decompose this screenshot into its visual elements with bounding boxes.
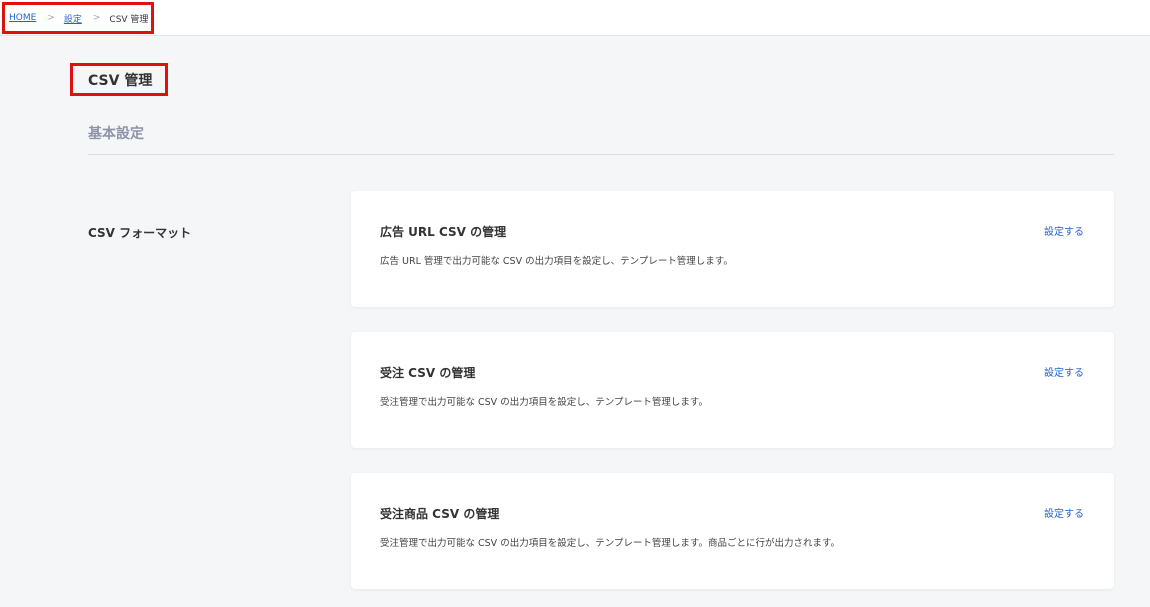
breadcrumb-settings-link[interactable]: 設定	[64, 12, 82, 25]
breadcrumb-separator: >	[47, 13, 55, 23]
page-title: CSV 管理	[70, 63, 168, 96]
card-description: 受注管理で出力可能な CSV の出力項目を設定し、テンプレート管理します。商品ご…	[380, 538, 841, 549]
section-title: 基本設定	[88, 126, 144, 142]
card-title: 広告 URL CSV の管理	[380, 225, 507, 239]
section-divider	[88, 154, 1114, 155]
card-ad-url-csv: 広告 URL CSV の管理 広告 URL 管理で出力可能な CSV の出力項目…	[351, 191, 1114, 307]
configure-ad-url-csv-link[interactable]: 設定する	[1044, 223, 1084, 238]
csv-format-label: CSV フォーマット	[88, 226, 192, 240]
configure-order-csv-link[interactable]: 設定する	[1044, 364, 1084, 379]
card-order-csv: 受注 CSV の管理 受注管理で出力可能な CSV の出力項目を設定し、テンプレ…	[351, 332, 1114, 448]
configure-order-item-csv-link[interactable]: 設定する	[1044, 505, 1084, 520]
breadcrumb-home-link[interactable]: HOME	[9, 13, 36, 23]
breadcrumb: HOME > 設定 > CSV 管理	[2, 2, 154, 34]
card-title: 受注商品 CSV の管理	[380, 507, 500, 521]
card-title: 受注 CSV の管理	[380, 366, 476, 380]
breadcrumb-separator: >	[92, 13, 101, 23]
top-bar: HOME > 設定 > CSV 管理	[0, 0, 1150, 36]
card-description: 受注管理で出力可能な CSV の出力項目を設定し、テンプレート管理します。	[380, 397, 708, 408]
card-order-item-csv: 受注商品 CSV の管理 受注管理で出力可能な CSV の出力項目を設定し、テン…	[351, 473, 1114, 589]
card-description: 広告 URL 管理で出力可能な CSV の出力項目を設定し、テンプレート管理しま…	[380, 256, 733, 267]
breadcrumb-current: CSV 管理	[109, 14, 149, 25]
